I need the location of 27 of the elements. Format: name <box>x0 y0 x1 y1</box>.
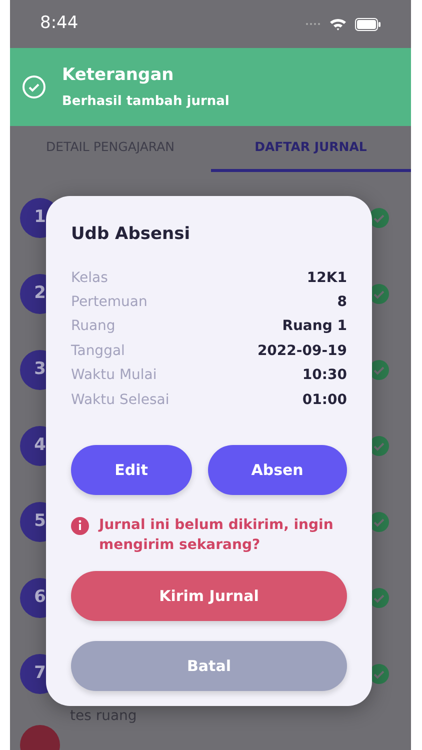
detail-label: Waktu Selesai <box>71 390 170 410</box>
detail-value: 2022-09-19 <box>257 342 347 361</box>
detail-label: Ruang <box>71 317 116 336</box>
action-button[interactable]: Edit <box>71 444 192 495</box>
detail-value: 01:00 <box>302 390 347 410</box>
wifi-icon <box>329 17 347 31</box>
banner-message: Berhasil tambah jurnal <box>62 93 230 111</box>
banner-title: Keterangan <box>62 64 175 86</box>
detail-label: Kelas <box>71 268 108 288</box>
signal-icon <box>305 22 321 26</box>
status-time: 8:44 <box>40 12 78 36</box>
detail-label: Waktu Mulai <box>71 366 157 386</box>
action-button[interactable]: Absen <box>208 444 347 495</box>
detail-value: Ruang 1 <box>282 317 347 336</box>
warning-message: Jurnal ini belum dikirim, ingin mengirim sekarang? <box>99 516 334 555</box>
battery-icon <box>355 18 381 30</box>
check-circle-icon <box>22 75 46 99</box>
detail-label: Pertemuan <box>71 292 148 312</box>
tab[interactable]: DAFTAR JURNAL <box>210 126 411 172</box>
send-button[interactable]: Kirim Jurnal <box>71 570 347 621</box>
dialog-title: Udb Absensi <box>71 223 192 246</box>
detail-label: Tanggal <box>71 342 125 361</box>
detail-value: 8 <box>337 292 347 312</box>
info-icon <box>71 514 91 535</box>
detail-value: 10:30 <box>302 366 347 386</box>
detail-value: 12K1 <box>306 268 347 288</box>
cancel-button[interactable]: Batal <box>71 640 347 691</box>
